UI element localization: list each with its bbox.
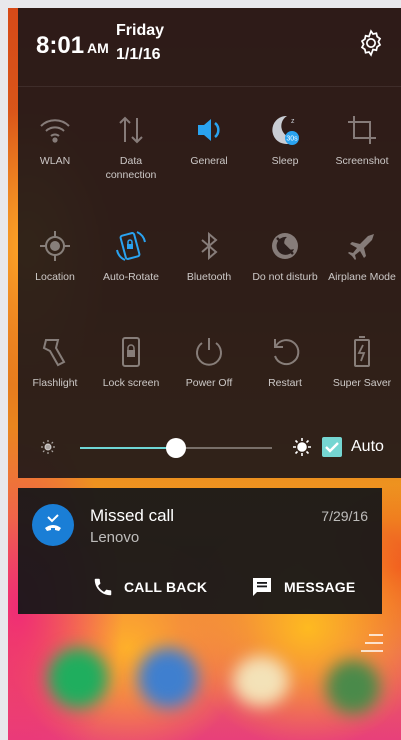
toggle-label: Super Saver <box>332 377 392 389</box>
toggle-label: Auto-Rotate <box>102 271 160 283</box>
toggle-auto-rotate[interactable]: Auto-Rotate <box>93 228 169 284</box>
clock[interactable]: 8:01 AM <box>36 32 109 60</box>
dock-app-launcher <box>233 656 289 706</box>
power-icon <box>196 338 222 366</box>
call-back-label: CALL BACK <box>124 579 208 595</box>
toggle-label: General <box>190 155 228 167</box>
date[interactable]: 1/1/16 <box>116 46 160 64</box>
data-icon <box>119 116 143 144</box>
toggle-general-sound[interactable]: General <box>171 112 247 168</box>
flashlight-icon <box>42 339 66 367</box>
brightness-low-icon <box>41 440 55 454</box>
toggle-label: Lock screen <box>102 377 160 389</box>
toggle-label: Location <box>35 271 75 283</box>
volume-icon <box>198 119 220 141</box>
clear-all-icon[interactable] <box>361 632 385 654</box>
message-icon <box>253 578 271 596</box>
phone-icon <box>94 578 112 596</box>
dock-app-browser <box>326 660 380 714</box>
toggle-lock-screen[interactable]: Lock screen <box>93 334 169 390</box>
toggle-label: Screenshot <box>335 155 389 167</box>
toggle-bluetooth[interactable]: Bluetooth <box>171 228 247 284</box>
dock-app-phone <box>48 648 108 708</box>
check-icon <box>325 442 339 453</box>
toggle-label: Airplane Mode <box>328 271 396 283</box>
brightness-fill <box>80 447 176 449</box>
toggle-label: Restart <box>268 377 302 389</box>
toggle-wlan[interactable]: WLAN <box>17 112 93 168</box>
crop-icon <box>348 116 376 144</box>
lock-icon <box>122 337 140 367</box>
toggle-label: Data connection <box>105 155 157 181</box>
call-back-button[interactable]: CALL BACK <box>92 572 207 602</box>
location-icon <box>40 231 70 261</box>
clock-time: 8:01 <box>36 32 85 59</box>
brightness-high-icon <box>293 438 311 456</box>
missed-call-notification[interactable]: Missed call Lenovo 7/29/16 CALL BACK MES… <box>18 488 382 614</box>
restart-icon <box>274 339 300 366</box>
auto-brightness-label: Auto <box>351 438 384 455</box>
toggle-do-not-disturb[interactable]: Do not disturb <box>247 228 323 284</box>
toggle-label: Flashlight <box>32 377 78 389</box>
sleep-icon: z 30s <box>272 115 299 145</box>
toggle-flashlight[interactable]: Flashlight <box>17 334 93 390</box>
toggle-power-off[interactable]: Power Off <box>171 334 247 390</box>
bluetooth-icon <box>201 231 218 261</box>
toggle-label: Sleep <box>271 155 299 167</box>
status-header: 8:01 AM Friday 1/1/16 <box>18 8 401 88</box>
notification-date: 7/29/16 <box>321 508 368 524</box>
toggle-label: Bluetooth <box>186 271 232 283</box>
toggle-restart[interactable]: Restart <box>247 334 323 390</box>
settings-gear-icon[interactable] <box>356 28 386 58</box>
toggle-label: WLAN <box>39 155 71 167</box>
dock-app-messages <box>138 648 198 708</box>
brightness-control: Auto <box>18 426 401 466</box>
toggle-label: Do not disturb <box>252 271 318 283</box>
message-button[interactable]: MESSAGE <box>250 572 355 602</box>
sleep-badge: 30s <box>286 136 298 143</box>
toggle-super-saver[interactable]: Super Saver <box>324 334 400 390</box>
toggle-screenshot[interactable]: Screenshot <box>324 112 400 168</box>
dnd-icon <box>272 233 298 259</box>
toggle-location[interactable]: Location <box>17 228 93 284</box>
toggle-label: Power Off <box>185 377 233 389</box>
toggle-airplane-mode[interactable]: Airplane Mode <box>324 228 400 284</box>
wifi-icon <box>40 119 70 143</box>
battery-icon <box>354 336 370 367</box>
notification-subtitle: Lenovo <box>90 529 140 546</box>
notification-title: Missed call <box>90 506 175 525</box>
weekday: Friday <box>116 22 165 39</box>
message-label: MESSAGE <box>284 579 356 595</box>
toggle-sleep[interactable]: z 30s Sleep <box>247 112 323 168</box>
auto-brightness-checkbox[interactable] <box>322 437 342 457</box>
airplane-icon <box>348 234 374 260</box>
missed-call-icon <box>32 504 74 546</box>
header-divider <box>18 86 401 87</box>
rotate-icon <box>116 231 146 261</box>
toggle-data-connection[interactable]: Data connection <box>93 112 169 182</box>
quick-settings-panel: 8:01 AM Friday 1/1/16 WLAN Data connectio… <box>18 8 401 478</box>
svg-text:z: z <box>291 118 295 125</box>
brightness-slider-thumb[interactable] <box>166 438 186 458</box>
clock-ampm: AM <box>87 40 109 56</box>
